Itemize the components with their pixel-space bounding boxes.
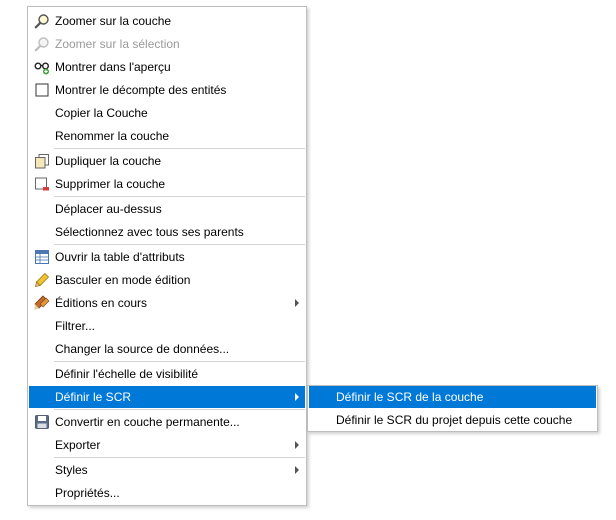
menu-item-label: Montrer dans l'aperçu xyxy=(55,60,171,74)
menu-item-zoom-to-layer[interactable]: Zoomer sur la couche xyxy=(29,10,305,32)
zoom-icon xyxy=(34,13,50,29)
submenu-arrow-icon xyxy=(295,393,299,401)
menu-item-remove-layer[interactable]: Supprimer la couche xyxy=(29,173,305,195)
submenu-item-set-layer-crs[interactable]: Définir le SCR de la couche xyxy=(309,386,596,408)
menu-item-set-scale-visibility[interactable]: Définir l'échelle de visibilité xyxy=(29,363,305,385)
menu-item-change-data-source[interactable]: Changer la source de données... xyxy=(29,338,305,360)
menu-item-styles[interactable]: Styles xyxy=(29,459,305,481)
menu-item-label: Copier la Couche xyxy=(55,106,148,120)
menu-item-duplicate-layer[interactable]: Dupliquer la couche xyxy=(29,150,305,172)
crs-submenu: Définir le SCR de la couche Définir le S… xyxy=(307,385,598,432)
menu-item-show-feature-count[interactable]: Montrer le décompte des entités xyxy=(29,79,305,101)
submenu-arrow-icon xyxy=(295,299,299,307)
menu-item-label: Définir le SCR xyxy=(55,390,132,404)
menu-item-move-to-top[interactable]: Déplacer au-dessus xyxy=(29,198,305,220)
menu-item-export[interactable]: Exporter xyxy=(29,434,305,456)
menu-item-label: Montrer le décompte des entités xyxy=(55,83,227,97)
submenu-arrow-icon xyxy=(295,466,299,474)
menu-item-label: Déplacer au-dessus xyxy=(55,202,162,216)
menu-item-zoom-to-selection[interactable]: Zoomer sur la sélection xyxy=(29,33,305,55)
menu-item-show-in-overview[interactable]: Montrer dans l'aperçu xyxy=(29,56,305,78)
menu-item-rename-layer[interactable]: Renommer la couche xyxy=(29,125,305,147)
submenu-arrow-icon xyxy=(295,441,299,449)
checkbox[interactable] xyxy=(34,82,50,98)
menu-item-label: Définir l'échelle de visibilité xyxy=(55,367,199,381)
menu-separator xyxy=(54,196,305,197)
zoom-icon xyxy=(34,36,50,52)
menu-item-properties[interactable]: Propriétés... xyxy=(29,482,305,504)
pencil-icon xyxy=(34,272,50,288)
menu-item-label: Changer la source de données... xyxy=(55,342,230,356)
menu-separator xyxy=(54,409,305,410)
menu-item-current-edits[interactable]: Éditions en cours xyxy=(29,292,305,314)
menu-separator xyxy=(54,148,305,149)
menu-item-toggle-editing[interactable]: Basculer en mode édition xyxy=(29,269,305,291)
menu-item-label: Exporter xyxy=(55,438,101,452)
attribute-table-icon xyxy=(34,249,50,265)
menu-item-label: Basculer en mode édition xyxy=(55,273,191,287)
menu-item-label: Propriétés... xyxy=(55,486,120,500)
layer-context-menu: Zoomer sur la couche Zoomer sur la sélec… xyxy=(27,6,307,506)
submenu-item-set-project-crs-from-layer[interactable]: Définir le SCR du projet depuis cette co… xyxy=(309,409,596,431)
duplicate-layer-icon xyxy=(34,153,50,169)
menu-item-label: Zoomer sur la sélection xyxy=(55,37,180,51)
menu-separator xyxy=(54,244,305,245)
menu-item-label: Styles xyxy=(55,463,88,477)
save-icon xyxy=(34,414,50,430)
menu-item-label: Définir le SCR de la couche xyxy=(336,390,484,404)
remove-layer-icon xyxy=(34,176,50,192)
overview-icon xyxy=(34,59,50,75)
menu-item-label: Supprimer la couche xyxy=(55,177,166,191)
menu-item-label: Filtrer... xyxy=(55,319,96,333)
menu-item-make-permanent[interactable]: Convertir en couche permanente... xyxy=(29,411,305,433)
menu-item-select-with-parents[interactable]: Sélectionnez avec tous ses parents xyxy=(29,221,305,243)
menu-separator xyxy=(54,457,305,458)
menu-item-label: Éditions en cours xyxy=(55,296,148,310)
menu-item-filter[interactable]: Filtrer... xyxy=(29,315,305,337)
menu-item-label: Renommer la couche xyxy=(55,129,170,143)
menu-item-label: Convertir en couche permanente... xyxy=(55,415,240,429)
menu-item-label: Dupliquer la couche xyxy=(55,154,162,168)
menu-separator xyxy=(54,361,305,362)
menu-item-copy-layer[interactable]: Copier la Couche xyxy=(29,102,305,124)
menu-item-open-attribute-table[interactable]: Ouvrir la table d'attributs xyxy=(29,246,305,268)
menu-item-label: Définir le SCR du projet depuis cette co… xyxy=(336,413,573,427)
edits-icon xyxy=(34,295,50,311)
menu-item-label: Zoomer sur la couche xyxy=(55,14,172,28)
menu-item-set-crs[interactable]: Définir le SCR xyxy=(29,386,305,408)
menu-item-label: Ouvrir la table d'attributs xyxy=(55,250,185,264)
menu-item-label: Sélectionnez avec tous ses parents xyxy=(55,225,244,239)
